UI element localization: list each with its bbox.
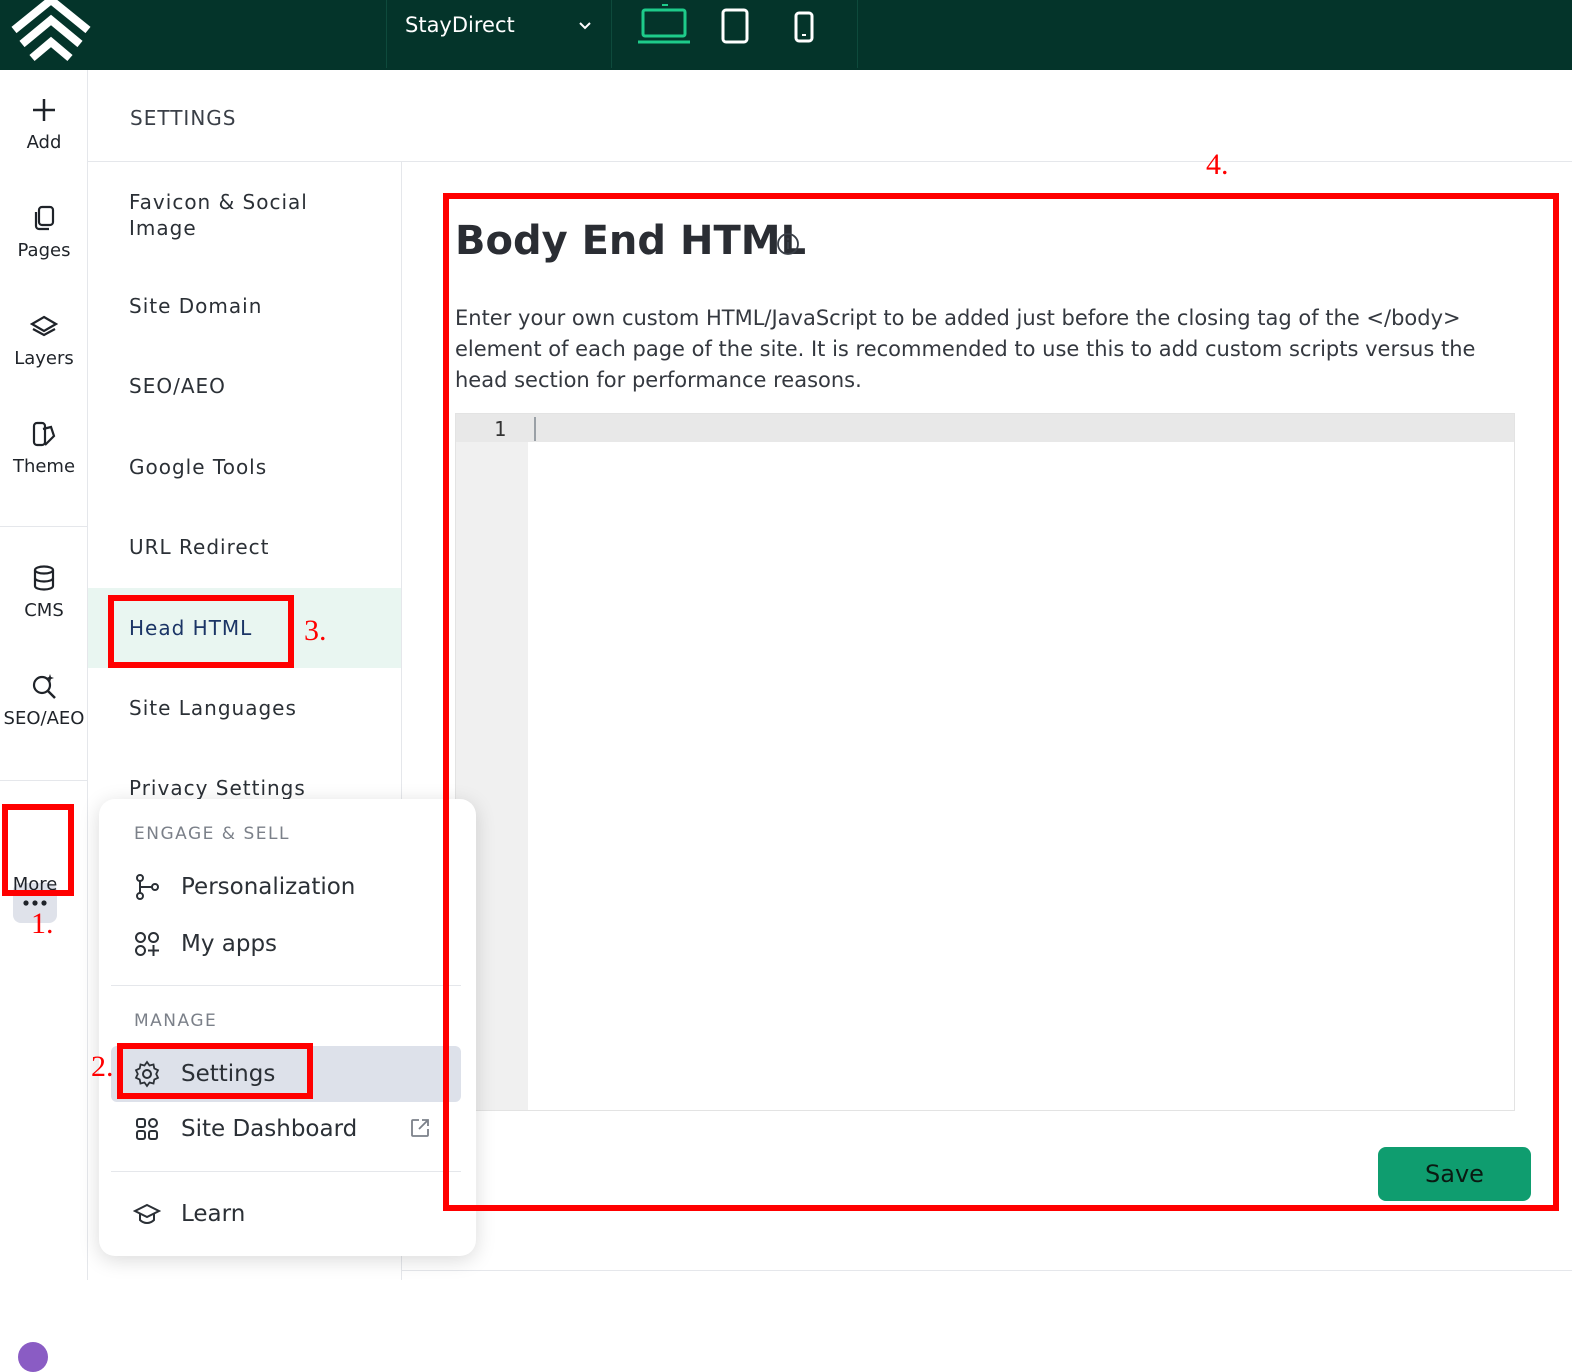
rail-add[interactable]: Add [0,96,88,153]
rail-divider [0,780,88,781]
theme-icon [32,421,56,447]
menu-divider [111,1171,461,1172]
annotation-number-3: 3. [304,614,327,647]
nav-google-tools[interactable]: Google Tools [88,427,401,507]
rail-divider [0,526,88,527]
dashboard-icon [136,1118,158,1140]
annotation-box-4 [443,193,1559,1211]
nav-url-redirect[interactable]: URL Redirect [88,507,401,587]
avatar[interactable] [18,1342,48,1372]
rail-pages[interactable]: Pages [0,204,88,261]
more-menu: ENGAGE & SELL Personalization My apps MA… [99,799,476,1256]
menu-item-site-dashboard[interactable]: Site Dashboard [111,1101,461,1157]
rail-cms[interactable]: CMS [0,564,88,621]
settings-header: SETTINGS [88,70,1572,162]
plus-icon [33,99,55,121]
annotation-box-1 [2,804,74,896]
annotation-box-3 [108,595,294,668]
laptop-icon[interactable] [636,4,692,48]
top-bar: StayDirect [0,0,1572,70]
chevron-down-icon [579,22,591,30]
graduation-cap-icon [133,1203,161,1225]
left-rail: Add Pages Layers Theme CMS SEO/AEO More [0,70,88,1372]
nav-seo-aeo[interactable]: SEO/AEO [88,346,401,426]
rail-theme[interactable]: Theme [0,420,88,477]
menu-item-my-apps[interactable]: My apps [111,916,461,972]
annotation-number-2: 2. [91,1050,114,1083]
database-icon [33,565,55,591]
rail-seo[interactable]: SEO/AEO [0,672,88,729]
annotation-box-2 [117,1043,313,1099]
menu-item-personalization[interactable]: Personalization [111,859,461,915]
layers-icon [30,315,58,337]
divider [402,1270,1572,1271]
site-selector[interactable]: StayDirect [386,0,612,68]
device-switcher [612,0,858,68]
annotation-number-4: 4. [1206,148,1229,181]
menu-section-manage: MANAGE [134,1011,218,1031]
settings-title: SETTINGS [130,106,237,130]
nav-favicon-social-image[interactable]: Favicon & Social Image [88,162,401,268]
annotation-number-1: 1. [31,907,54,940]
menu-divider [111,985,461,986]
logo-icon[interactable] [6,0,96,64]
rail-layers[interactable]: Layers [0,312,88,369]
pages-icon [34,205,55,231]
nav-site-domain[interactable]: Site Domain [88,266,401,346]
apps-icon [135,932,159,956]
menu-section-engage: ENGAGE & SELL [134,824,290,844]
nav-site-languages[interactable]: Site Languages [88,668,401,748]
branch-icon [136,874,159,900]
menu-item-learn[interactable]: Learn [111,1186,461,1242]
site-name: StayDirect [405,13,515,37]
tablet-icon[interactable] [720,4,750,48]
external-link-icon [411,1119,429,1137]
phone-icon[interactable] [792,4,816,48]
seo-search-icon [32,674,56,699]
